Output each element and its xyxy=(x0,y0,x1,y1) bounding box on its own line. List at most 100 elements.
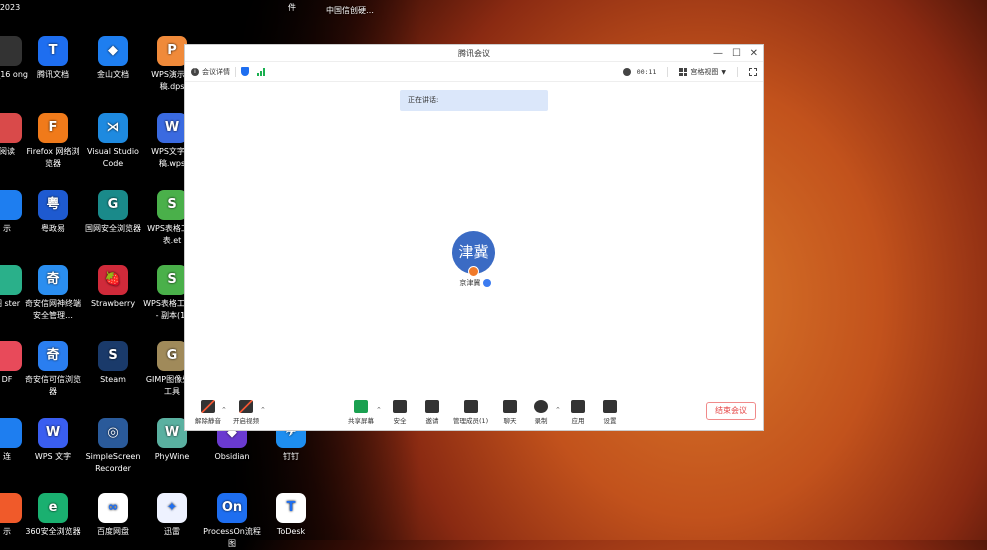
end-meeting-button[interactable]: 结束会议 xyxy=(706,402,756,420)
desktop-icon[interactable]: ∞ 百度网盘 xyxy=(83,493,143,538)
control-apps-button[interactable]: 应用 xyxy=(571,400,585,425)
app-label: 钉钉 xyxy=(283,452,299,461)
app-icon: T xyxy=(38,36,68,66)
edit-icon[interactable] xyxy=(482,279,491,287)
caret-up-icon[interactable]: ⌃ xyxy=(260,406,266,414)
maximize-button[interactable]: ☐ xyxy=(732,45,741,62)
meeting-info-button[interactable]: i 会议详情 xyxy=(191,67,230,77)
control-icon xyxy=(201,400,215,413)
chevron-down-icon: ▼ xyxy=(721,68,726,76)
control-label: 聊天 xyxy=(503,417,517,425)
desktop-icon[interactable]: 🍓 Strawberry xyxy=(83,265,143,310)
control-label: 录制 xyxy=(534,417,548,425)
app-icon: On xyxy=(217,493,247,523)
app-icon: G xyxy=(98,190,128,220)
app-label: WPS 文字 xyxy=(34,452,72,461)
desktop-icon[interactable]: W WPS 文字 xyxy=(23,418,83,463)
minimize-button[interactable]: — xyxy=(713,45,723,62)
app-label: ToDesk xyxy=(276,527,306,536)
app-icon: W xyxy=(157,113,187,143)
desktop-icon[interactable]: ◎ SimpleScreen Recorder xyxy=(83,418,143,475)
app-icon xyxy=(0,341,22,371)
signal-icon[interactable] xyxy=(257,67,265,76)
clock-icon xyxy=(622,68,631,76)
app-icon: ◎ xyxy=(98,418,128,448)
desktop-icon[interactable]: ⋊ Visual Studio Code xyxy=(83,113,143,170)
divider xyxy=(737,67,738,77)
window-title: 腾讯会议 xyxy=(458,49,490,58)
close-button[interactable]: ✕ xyxy=(750,45,758,62)
desktop-icon[interactable]: ✦ 迅雷 xyxy=(142,493,202,538)
control-unmute-button[interactable]: 解除静音 xyxy=(195,400,221,425)
desktop-icon[interactable]: T 腾讯文档 xyxy=(23,36,83,81)
app-label: 腾讯文档 xyxy=(37,70,69,79)
desktop-icon[interactable]: T ToDesk xyxy=(261,493,321,538)
control-security-button[interactable]: 安全 xyxy=(393,400,407,425)
app-icon: ◆ xyxy=(98,36,128,66)
control-manage-members-button[interactable]: 管理成员(1) xyxy=(453,400,488,425)
app-label: 奇安信可信浏览器 xyxy=(25,375,81,396)
app-icon: 🍓 xyxy=(98,265,128,295)
control-label: 应用 xyxy=(571,417,585,425)
view-mode-dropdown[interactable]: 宫格视图 ▼ xyxy=(679,67,726,77)
divider xyxy=(235,66,236,77)
control-icon xyxy=(503,400,517,413)
desktop-icon[interactable]: e 360安全浏览器 xyxy=(23,493,83,538)
desktop-icon[interactable]: S Steam xyxy=(83,341,143,386)
app-icon xyxy=(0,265,22,295)
app-label: 迅雷 xyxy=(164,527,180,536)
control-share-screen-button[interactable]: 共享屏幕 xyxy=(348,400,374,425)
desktop-icon[interactable]: 奇奇安信网神终端安全管理… xyxy=(23,265,83,322)
control-icon xyxy=(354,400,368,413)
app-icon xyxy=(0,113,22,143)
desktop-partial-label: 中国信创硬… xyxy=(326,6,374,15)
caret-up-icon[interactable]: ⌃ xyxy=(376,406,382,414)
app-icon: S xyxy=(98,341,128,371)
app-icon xyxy=(0,493,22,523)
app-label: ProcessOn流程图 xyxy=(203,527,261,548)
control-label: 邀请 xyxy=(425,417,439,425)
info-icon: i xyxy=(191,67,199,76)
control-icon xyxy=(239,400,253,413)
control-icon xyxy=(603,400,617,413)
app-label: Steam xyxy=(100,375,126,384)
control-label: 安全 xyxy=(393,417,407,425)
app-icon: 奇 xyxy=(38,265,68,295)
app-label: SimpleScreen Recorder xyxy=(85,452,141,473)
control-chat-button[interactable]: 聊天 xyxy=(503,400,517,425)
fullscreen-icon[interactable] xyxy=(749,68,757,76)
app-icon: T xyxy=(276,493,306,523)
app-icon: S xyxy=(157,190,187,220)
desktop-icon[interactable]: On ProcessOn流程图 xyxy=(202,493,262,550)
security-shield-icon[interactable] xyxy=(241,67,249,76)
speaking-indicator: 正在讲话: xyxy=(400,90,548,111)
control-bar: 结束会议 解除静音 ⌃ 开启视频 ⌃ 共享屏幕 ⌃ 安全 邀请 管理成员(1) 聊天 录制 ⌃ 应用 设置 xyxy=(185,396,763,430)
app-icon: ⋊ xyxy=(98,113,128,143)
app-icon: 粤 xyxy=(38,190,68,220)
app-icon: 奇 xyxy=(38,341,68,371)
control-start-video-button[interactable]: 开启视频 xyxy=(233,400,259,425)
app-icon xyxy=(0,418,22,448)
caret-up-icon[interactable]: ⌃ xyxy=(221,406,227,414)
control-invite-button[interactable]: 邀请 xyxy=(425,400,439,425)
caret-up-icon[interactable]: ⌃ xyxy=(555,406,561,414)
app-icon: W xyxy=(157,418,187,448)
desktop-icon[interactable]: 奇奇安信可信浏览器 xyxy=(23,341,83,398)
app-icon: e xyxy=(38,493,68,523)
control-icon xyxy=(425,400,439,413)
app-icon: G xyxy=(157,341,187,371)
desktop-icon[interactable]: F Firefox 网络浏览器 xyxy=(23,113,83,170)
desktop-partial-label: 2023 xyxy=(0,3,21,12)
app-label: 金山文档 xyxy=(97,70,129,79)
app-icon: F xyxy=(38,113,68,143)
meeting-timer: 00:11 xyxy=(636,68,657,76)
control-settings-button[interactable]: 设置 xyxy=(603,400,617,425)
host-badge-icon xyxy=(468,266,479,277)
desktop-icon[interactable]: G 国网安全浏览器 xyxy=(83,190,143,235)
control-record-button[interactable]: 录制 xyxy=(534,400,548,425)
desktop-icon[interactable]: ◆ 金山文档 xyxy=(83,36,143,81)
desktop-icon[interactable]: 粤粤政易 xyxy=(23,190,83,235)
app-label: 百度网盘 xyxy=(97,527,129,536)
app-label: 粤政易 xyxy=(41,224,65,233)
title-bar: 腾讯会议 — ☐ ✕ xyxy=(185,45,763,62)
